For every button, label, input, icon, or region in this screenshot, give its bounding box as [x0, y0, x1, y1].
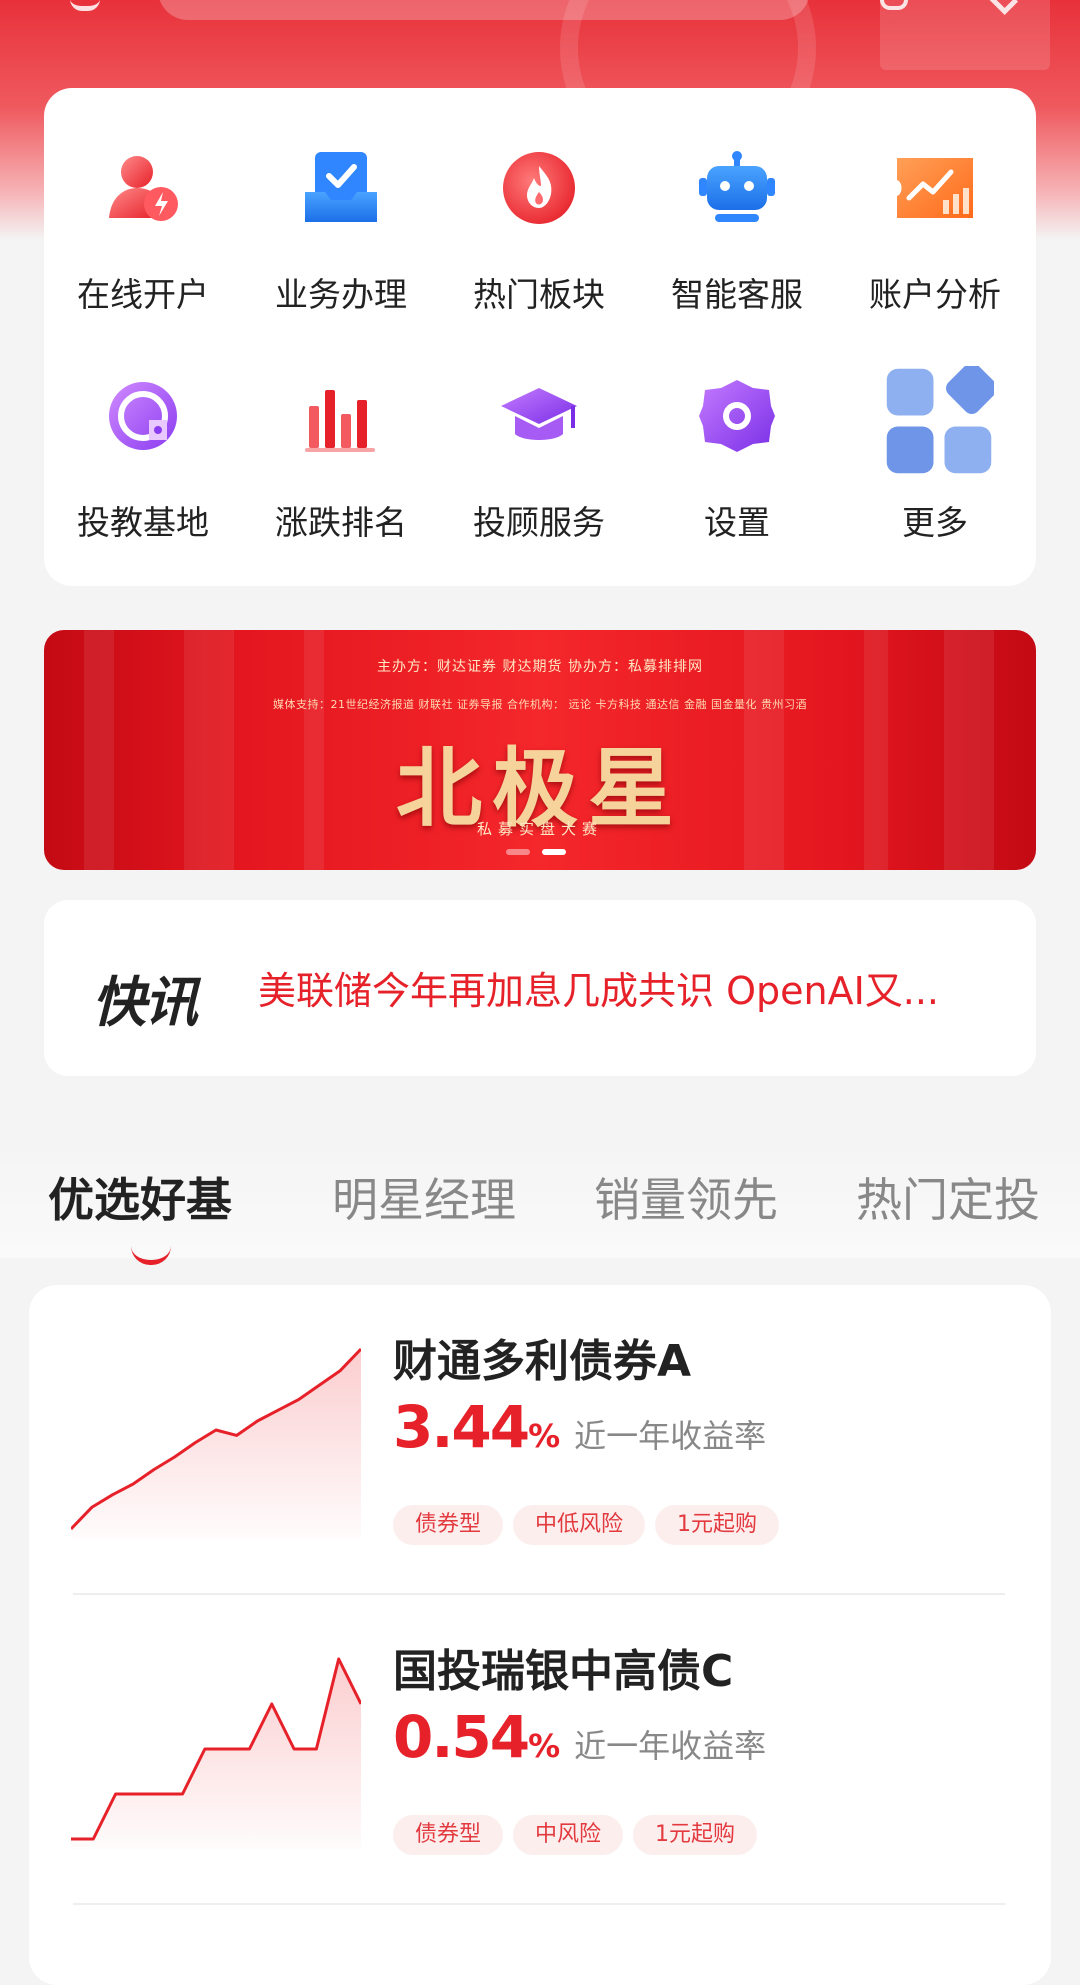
news-ticker-card[interactable]: 快讯 美联储今年再加息几成共识 OpenAI又...	[44, 900, 1036, 1076]
fund-return-unit: %	[528, 1727, 561, 1765]
settings-gear-icon	[699, 380, 775, 452]
menu-item-hot-sectors[interactable]: 热门板块	[440, 88, 638, 314]
list-divider	[73, 1903, 1005, 1905]
quick-menu-card: 在线开户 业务办理 热门板块 智能客服 账户分析 投教基地 涨跌排名 投顾服务 …	[44, 88, 1036, 586]
menu-item-label: 涨跌排名	[275, 503, 407, 542]
fund-trend-chart	[71, 1347, 361, 1539]
fund-list-card: 财通多利债券A 3.44% 近一年收益率 债券型 中低风险 1元起购 国投瑞银中高债C…	[29, 1285, 1051, 1985]
menu-item-account-analysis[interactable]: 账户分析	[836, 88, 1034, 314]
graduation-cap-icon	[501, 388, 577, 440]
fund-trend-chart	[71, 1657, 361, 1849]
header-decoration	[880, 0, 1050, 70]
menu-item-ranking[interactable]: 涨跌排名	[242, 316, 440, 542]
fund-tag: 债券型	[393, 1815, 504, 1855]
fund-list-item[interactable]: 财通多利债券A 3.44% 近一年收益率 债券型 中低风险 1元起购	[29, 1285, 1051, 1595]
education-badge-icon	[109, 382, 177, 450]
menu-item-smart-service[interactable]: 智能客服	[638, 88, 836, 314]
more-grid-icon	[886, 366, 994, 474]
tab-star-managers[interactable]: 明星经理	[332, 1164, 516, 1230]
fund-return-label: 近一年收益率	[574, 1727, 767, 1765]
robot-icon	[699, 151, 775, 222]
menu-item-more[interactable]: 更多	[836, 316, 1034, 542]
menu-item-settings[interactable]: 设置	[638, 316, 836, 542]
fund-tag: 1元起购	[633, 1815, 758, 1855]
fund-tags: 债券型 中风险 1元起购	[393, 1815, 767, 1857]
menu-item-online-account[interactable]: 在线开户	[44, 88, 242, 314]
user-flash-icon	[109, 156, 178, 221]
trend-area	[71, 1349, 361, 1539]
banner-sponsor-text: 主办方：财达证券 财达期货 协办方：私募排排网	[377, 659, 703, 675]
tab-selected-funds[interactable]: 优选好基	[48, 1164, 232, 1230]
menu-item-label: 更多	[902, 503, 968, 542]
fund-tag: 1元起购	[655, 1505, 780, 1545]
menu-item-label: 智能客服	[671, 275, 803, 314]
fund-return: 0.54% 近一年收益率	[393, 1703, 766, 1771]
menu-item-label: 投教基地	[77, 503, 209, 542]
fund-return-label: 近一年收益率	[574, 1417, 767, 1455]
menu-item-advisory-service[interactable]: 投顾服务	[440, 316, 638, 542]
news-logo-text: 快讯	[92, 971, 198, 1034]
menu-item-label: 在线开户	[77, 275, 209, 314]
pagination-dot[interactable]	[506, 849, 530, 855]
menu-item-label: 热门板块	[473, 275, 605, 314]
trend-area	[71, 1659, 361, 1849]
fund-name: 财通多利债券A	[393, 1336, 692, 1387]
bar-ranking-icon	[305, 390, 375, 452]
news-logo: 快讯	[92, 958, 198, 1037]
fund-name: 国投瑞银中高债C	[393, 1646, 734, 1697]
search-input[interactable]	[158, 0, 810, 20]
tab-hot-sip[interactable]: 热门定投	[856, 1164, 1040, 1230]
scan-icon[interactable]	[70, 0, 100, 11]
fund-tag: 债券型	[393, 1505, 504, 1545]
fund-return-value: 3.44	[393, 1393, 530, 1461]
banner-pagination	[506, 849, 586, 855]
menu-item-label: 设置	[704, 503, 770, 542]
fund-return: 3.44% 近一年收益率	[393, 1393, 766, 1461]
trend-chart-icon	[897, 158, 973, 218]
menu-item-label: 投顾服务	[473, 503, 605, 542]
news-headline[interactable]: 美联储今年再加息几成共识 OpenAI又...	[258, 960, 1020, 1015]
checklist-tray-icon	[305, 152, 377, 222]
fund-return-unit: %	[528, 1417, 561, 1455]
fund-tag: 中风险	[513, 1815, 624, 1855]
quick-menu-grid: 在线开户 业务办理 热门板块 智能客服 账户分析 投教基地 涨跌排名 投顾服务 …	[44, 88, 1036, 586]
active-tab-indicator	[131, 1246, 171, 1265]
fund-tags: 债券型 中低风险 1元起购	[393, 1505, 789, 1547]
menu-item-label: 账户分析	[869, 275, 1001, 314]
banner-subtitle: 私募实盘大赛	[476, 820, 603, 838]
pagination-dot-active[interactable]	[542, 849, 566, 855]
fund-tag: 中低风险	[513, 1505, 646, 1545]
promo-banner[interactable]: 主办方：财达证券 财达期货 协办方：私募排排网 媒体支持：21世纪经济报道 财联…	[44, 630, 1036, 870]
fund-return-value: 0.54	[393, 1703, 530, 1771]
menu-item-investor-education[interactable]: 投教基地	[44, 316, 242, 542]
fund-category-tabs: 优选好基 明星经理 销量领先 热门定投	[0, 1138, 1080, 1265]
tab-top-sales[interactable]: 销量领先	[594, 1164, 778, 1230]
banner-media-text: 媒体支持：21世纪经济报道 财联社 证券导报 合作机构： 远论 卡方科技 通达信…	[273, 698, 807, 711]
menu-item-label: 业务办理	[275, 275, 407, 314]
flame-icon	[503, 152, 575, 224]
menu-item-business[interactable]: 业务办理	[242, 88, 440, 314]
fund-list-item[interactable]: 国投瑞银中高债C 0.54% 近一年收益率 债券型 中风险 1元起购	[29, 1595, 1051, 1905]
